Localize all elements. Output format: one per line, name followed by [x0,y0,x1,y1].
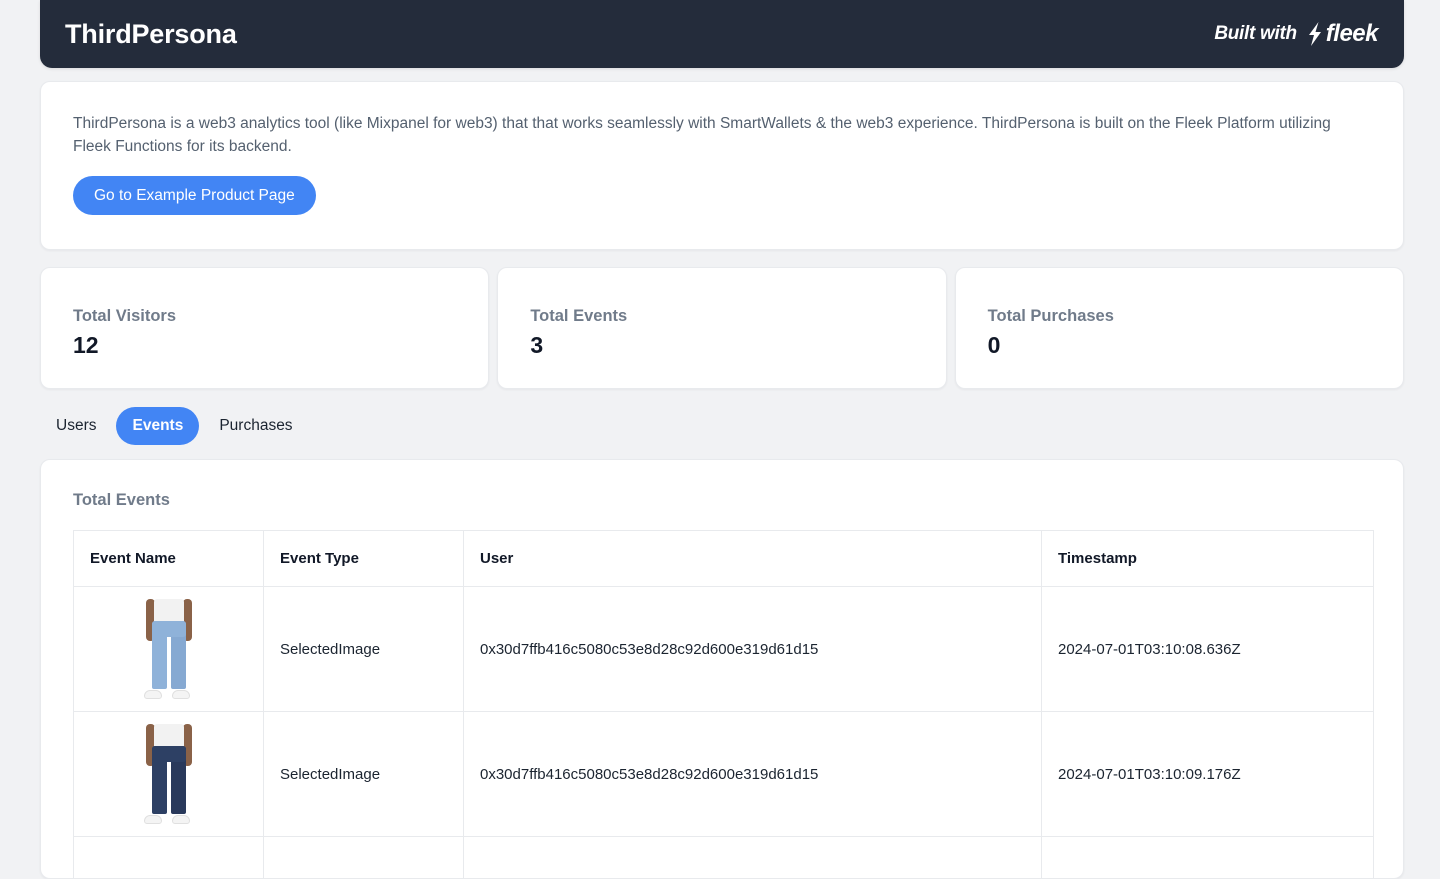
shoe-left [144,815,162,824]
cell-event-type: SelectedImage [264,587,464,712]
go-to-example-product-page-button[interactable]: Go to Example Product Page [73,176,316,215]
cell-user: 0x30d7ffb416c5080c53e8d28c92d600e319d61d… [464,712,1042,837]
cell-timestamp [1042,837,1374,879]
stat-card-total-visitors: Total Visitors 12 [40,267,489,389]
shoe-right [172,815,190,824]
table-header-row: Event Name Event Type User Timestamp [74,531,1374,587]
jeans [152,621,186,689]
dark-blue-jeans-product-photo [132,724,206,824]
shoe-left [144,690,162,699]
stat-card-total-events: Total Events 3 [497,267,946,389]
tab-purchases[interactable]: Purchases [203,407,308,445]
built-with-label: Built with [1214,23,1296,45]
cell-event-name [74,712,264,837]
stat-label: Total Events [530,306,913,326]
stat-value: 0 [988,332,1371,359]
stat-value: 12 [73,332,456,359]
column-header-timestamp[interactable]: Timestamp [1042,531,1374,587]
cell-event-type: SelectedImage [264,712,464,837]
light-blue-jeans-product-photo [132,599,206,699]
column-header-event-name[interactable]: Event Name [74,531,264,587]
stat-label: Total Visitors [73,306,456,326]
cell-user: 0x30d7ffb416c5080c53e8d28c92d600e319d61d… [464,587,1042,712]
jeans-waist [152,621,186,637]
tab-users[interactable]: Users [40,407,112,445]
table-head: Event Name Event Type User Timestamp [74,531,1374,587]
cell-event-type [264,837,464,879]
tab-events[interactable]: Events [116,407,199,445]
app-root: ThirdPersona Built with fleek ThirdPerso… [0,0,1440,849]
table-title: Total Events [73,490,1371,510]
intro-description: ThirdPersona is a web3 analytics tool (l… [73,112,1345,158]
shoe-right [172,690,190,699]
cell-timestamp: 2024-07-01T03:10:08.636Z [1042,587,1374,712]
table-body: SelectedImage 0x30d7ffb416c5080c53e8d28c… [74,587,1374,879]
fleek-wordmark: fleek [1326,20,1378,48]
column-header-event-type[interactable]: Event Type [264,531,464,587]
table-row[interactable]: SelectedImage 0x30d7ffb416c5080c53e8d28c… [74,587,1374,712]
jeans-waist [152,746,186,762]
stat-value: 3 [530,332,913,359]
jeans [152,746,186,814]
stat-card-total-purchases: Total Purchases 0 [955,267,1404,389]
stats-row: Total Visitors 12 Total Events 3 Total P… [40,267,1404,389]
stat-label: Total Purchases [988,306,1371,326]
view-tabs: Users Events Purchases [40,407,309,445]
app-title: ThirdPersona [65,19,237,50]
built-with-fleek-badge[interactable]: Built with fleek [1214,20,1378,48]
app-header: ThirdPersona Built with fleek [40,0,1404,68]
events-table: Event Name Event Type User Timestamp [73,530,1374,879]
table-row[interactable]: SelectedImage 0x30d7ffb416c5080c53e8d28c… [74,712,1374,837]
column-header-user[interactable]: User [464,531,1042,587]
cell-timestamp: 2024-07-01T03:10:09.176Z [1042,712,1374,837]
bolt-icon [1306,22,1323,46]
events-table-card: Total Events Event Name Event Type User … [40,459,1404,879]
cell-event-name [74,837,264,879]
cell-event-name [74,587,264,712]
table-row[interactable] [74,837,1374,879]
intro-card: ThirdPersona is a web3 analytics tool (l… [40,81,1404,250]
cell-user [464,837,1042,879]
